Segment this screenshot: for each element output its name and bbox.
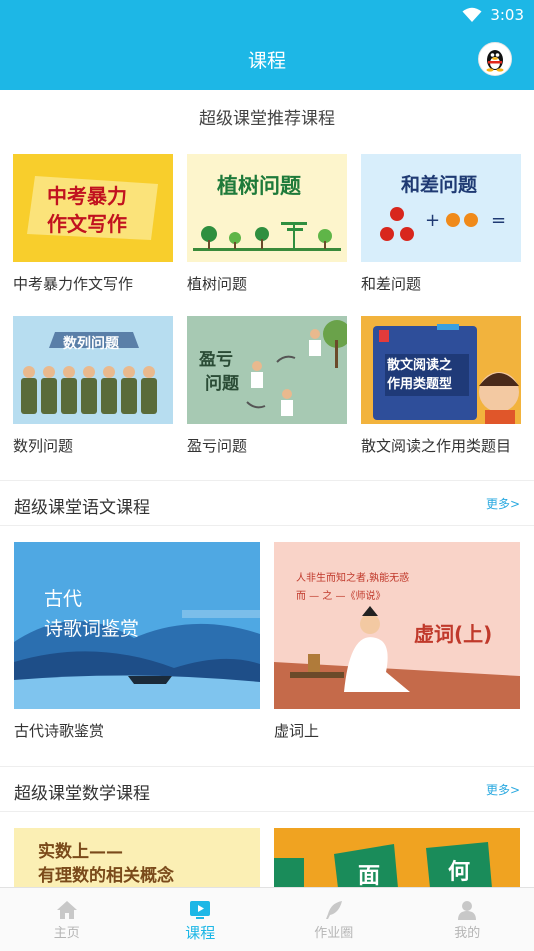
feather-icon — [325, 901, 342, 919]
chinese-section-header: 超级课堂语文课程 更多> — [0, 480, 534, 526]
thumb-text-line: 实数上—— — [38, 842, 123, 862]
section-title: 超级课堂数学课程 — [14, 784, 150, 804]
nav-label: 课程 — [185, 924, 216, 942]
nav-item-courses[interactable]: 课程 — [134, 888, 268, 951]
thumb-text-line: 虚词(上) — [414, 622, 493, 646]
thumb-text-line: 作用类题型 — [387, 377, 453, 392]
course-content: 超级课堂推荐课程 中考暴力 作文写作 中考暴力作文写作 植树问题 植树问题 和差… — [0, 90, 534, 887]
course-title: 盈亏问题 — [187, 437, 248, 455]
course-title: 植树问题 — [187, 275, 248, 293]
svg-text:=: = — [491, 210, 506, 231]
nav-item-mine[interactable]: 我的 — [401, 888, 534, 951]
thumb-text-line: 散文阅读之 — [387, 358, 453, 373]
course-thumbnail: 面 何 — [274, 828, 520, 887]
trees-illustration — [193, 222, 341, 251]
course-card[interactable]: 人非生而知之者,孰能无惑 而 — 之 —《师说》 虚词(上) 虚词上 — [274, 542, 520, 747]
more-link[interactable]: 更多> — [486, 781, 520, 798]
section-title: 超级课堂语文课程 — [14, 498, 150, 518]
course-thumbnail: 和差问题 + = — [361, 154, 521, 262]
course-card[interactable]: 面 何 — [274, 828, 520, 887]
course-card[interactable]: 和差问题 + = 和差问题 — [361, 154, 521, 299]
thumb-text-line: 何 — [448, 860, 471, 885]
course-thumbnail: 中考暴力 作文写作 — [13, 154, 173, 262]
course-thumbnail: 实数上—— 有理数的相关概念 — [14, 828, 260, 887]
thumb-text-line: 古代 — [44, 588, 83, 610]
course-card[interactable]: 散文阅读之 作用类题型 散文阅读之作用类题目 — [361, 316, 534, 461]
cards-illustration — [274, 842, 492, 887]
course-title: 和差问题 — [361, 275, 422, 293]
course-card[interactable]: 中考暴力 作文写作 中考暴力作文写作 — [13, 154, 173, 299]
course-thumbnail: 数列问题 — [13, 316, 173, 424]
nav-label: 主页 — [53, 926, 80, 941]
app-header: 3:03 课程 — [0, 0, 534, 90]
course-card[interactable]: 盈亏 问题 盈亏问题 — [187, 316, 347, 461]
thumb-text-line: 盈亏 — [199, 350, 233, 370]
course-card[interactable]: 植树问题 植树问题 — [187, 154, 347, 299]
course-thumbnail: 古代 诗歌词鉴赏 — [14, 542, 260, 709]
svg-text:+: + — [425, 210, 440, 231]
course-thumbnail: 散文阅读之 作用类题型 — [361, 316, 521, 424]
page-title: 课程 — [247, 50, 286, 72]
course-thumbnail: 盈亏 问题 — [187, 316, 347, 424]
apples-illustration: + = — [380, 207, 506, 241]
course-title: 散文阅读之作用类题目 — [361, 437, 512, 455]
course-card[interactable]: 数列问题 数列问题 — [13, 316, 173, 461]
thumb-text-line: 作文写作 — [47, 212, 127, 236]
thumb-text-line: 诗歌词鉴赏 — [44, 618, 140, 640]
status-bar: 3:03 — [462, 6, 524, 24]
status-time: 3:03 — [490, 6, 524, 24]
qq-penguin-icon — [486, 50, 504, 72]
recommended-section-title: 超级课堂推荐课程 — [199, 109, 335, 129]
course-title: 中考暴力作文写作 — [13, 275, 134, 293]
course-card[interactable]: 实数上—— 有理数的相关概念 — [14, 828, 260, 887]
nav-item-homework-circle[interactable]: 作业圈 — [267, 888, 401, 951]
thumb-text-line: 数列问题 — [63, 336, 119, 352]
course-title: 古代诗歌鉴赏 — [14, 722, 105, 740]
person-icon — [458, 901, 477, 920]
thumb-text-line: 中考暴力 — [47, 184, 127, 208]
course-title: 虚词上 — [274, 722, 320, 740]
play-icon — [190, 901, 211, 919]
thumb-text-line: 人非生而知之者,孰能无惑 — [296, 573, 410, 584]
course-thumbnail: 植树问题 — [187, 154, 347, 262]
math-section-header: 超级课堂数学课程 更多> — [0, 766, 534, 812]
avatar[interactable] — [478, 42, 512, 76]
course-thumbnail: 人非生而知之者,孰能无惑 而 — 之 —《师说》 虚词(上) — [274, 542, 520, 709]
home-icon — [56, 901, 77, 919]
more-link[interactable]: 更多> — [486, 495, 520, 512]
bottom-nav: 主页 课程 作业圈 我的 — [0, 887, 534, 951]
nav-label: 作业圈 — [314, 926, 354, 941]
thumb-text-line: 而 — 之 —《师说》 — [296, 591, 386, 602]
course-card[interactable]: 古代 诗歌词鉴赏 古代诗歌鉴赏 — [14, 542, 260, 747]
course-title: 数列问题 — [13, 437, 74, 455]
wifi-icon — [462, 7, 482, 22]
thumb-text-line: 有理数的相关概念 — [38, 866, 174, 886]
thumb-text-line: 面 — [358, 864, 381, 887]
nav-item-home[interactable]: 主页 — [0, 888, 134, 951]
nav-label: 我的 — [454, 926, 481, 941]
thumb-text-line: 问题 — [205, 374, 239, 394]
